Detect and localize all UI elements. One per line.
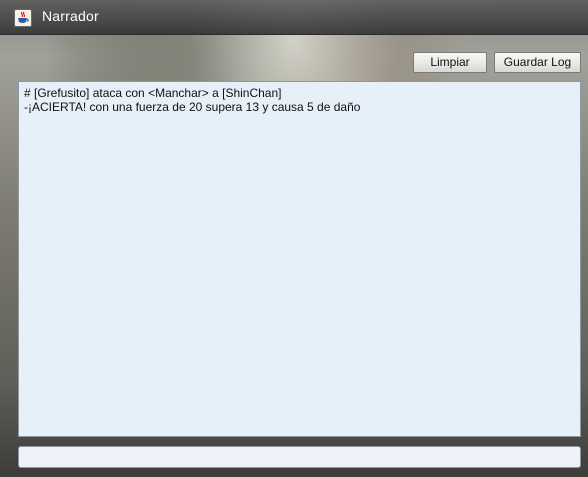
java-cup-icon xyxy=(14,9,32,27)
command-input[interactable] xyxy=(18,446,581,468)
clear-button[interactable]: Limpiar xyxy=(413,52,487,73)
log-line: -¡ACIERTA! con una fuerza de 20 supera 1… xyxy=(24,100,361,114)
narration-log[interactable]: # [Grefusito] ataca con <Manchar> a [Shi… xyxy=(18,81,581,437)
title-bar[interactable]: Narrador xyxy=(0,0,588,35)
window-title: Narrador xyxy=(42,8,99,24)
log-line: # [Grefusito] ataca con <Manchar> a [Shi… xyxy=(24,86,282,100)
save-log-button[interactable]: Guardar Log xyxy=(494,52,581,73)
